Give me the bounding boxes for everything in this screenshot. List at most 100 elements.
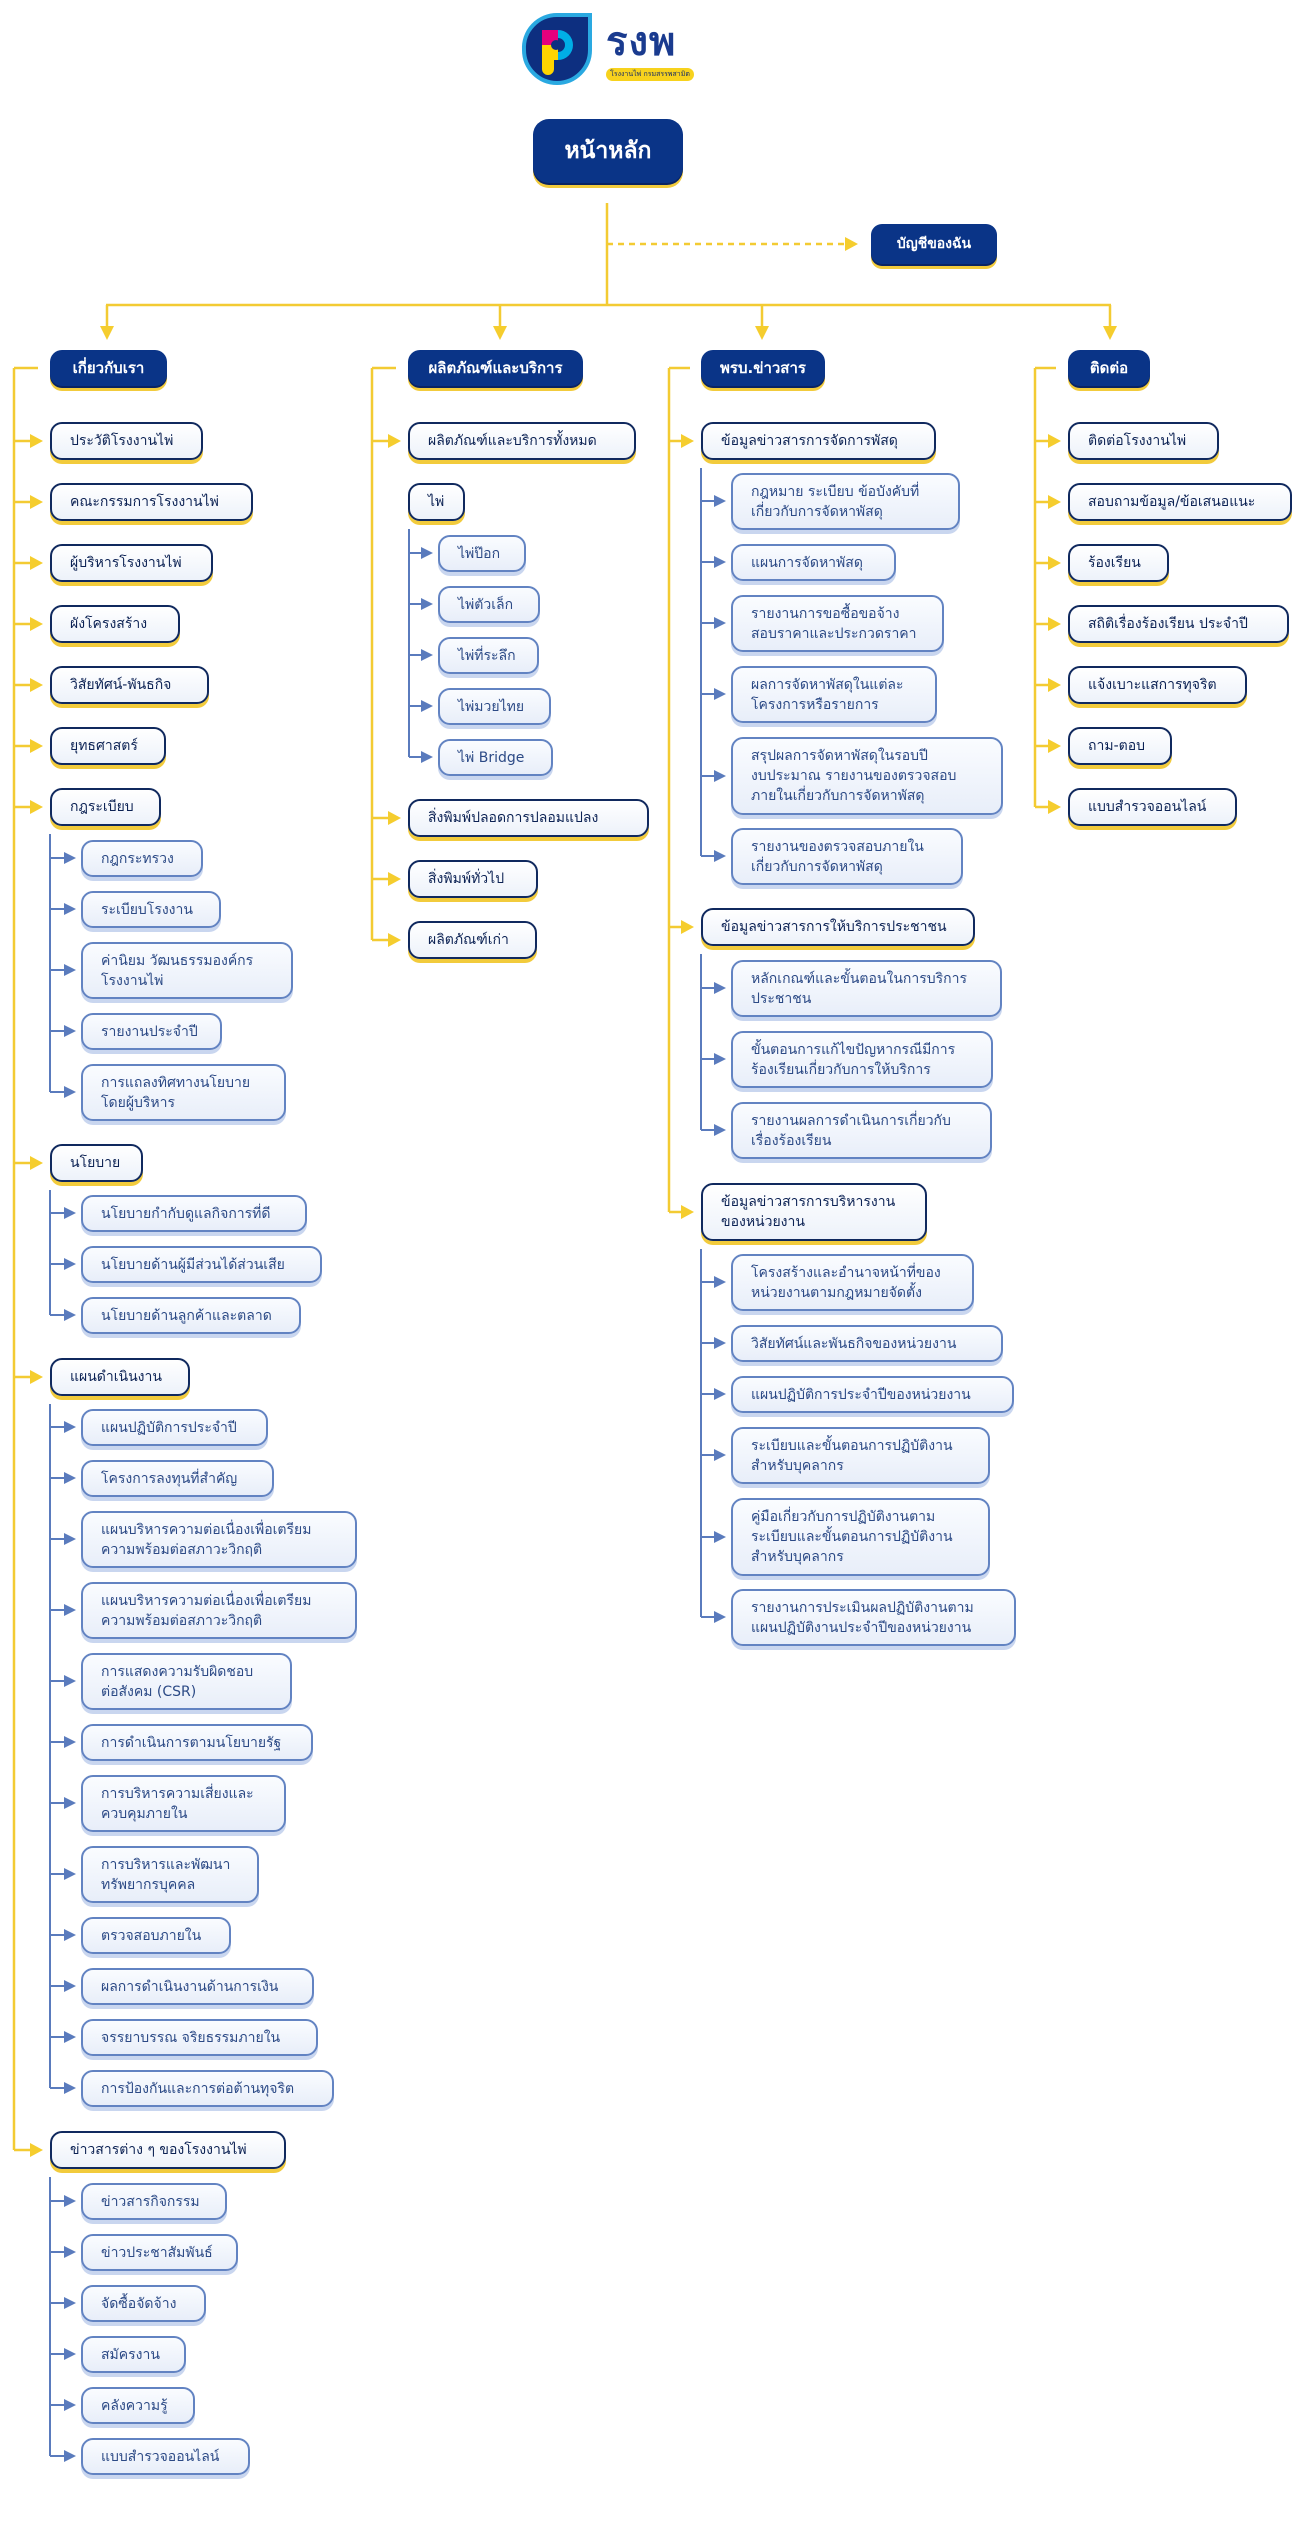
section-header-info-act: พรบ.ข่าวสาร [701, 350, 825, 386]
node-annual-procurement-summary: สรุปผลการจัดหาพัสดุในรอบปี งบประมาณ รายง… [731, 737, 1003, 815]
node-playing-cards: ไพ่ [408, 483, 465, 521]
arrow-right-icon [64, 2031, 76, 2043]
node-hr-development: การบริหารและพัฒนา ทรัพยากรบุคคล [81, 1846, 259, 1903]
arrow-right-icon [714, 982, 726, 994]
arrow-right-icon [388, 434, 401, 448]
arrow-right-icon [388, 933, 401, 947]
node-all-products: ผลิตภัณฑ์และบริการทั้งหมด [408, 422, 636, 460]
arrow-right-icon [714, 556, 726, 568]
node-strategy: ยุทธศาสตร์ [50, 727, 166, 765]
arrow-right-icon [421, 649, 433, 661]
arrow-right-icon [714, 770, 726, 782]
arrow-right-icon [1048, 434, 1061, 448]
arrow-right-icon [64, 2348, 76, 2360]
arrow-right-icon [64, 1675, 76, 1687]
node-activity-news: ข่าวสารกิจกรรม [81, 2183, 227, 2220]
node-procurement-laws: กฎหมาย ระเบียบ ข้อบังคับที่ เกี่ยวกับการ… [731, 473, 960, 530]
node-staff-manual: คู่มือเกี่ยวกับการปฏิบัติงานตาม ระเบียบแ… [731, 1498, 990, 1576]
arrow-right-icon [1048, 617, 1061, 631]
arrow-right-icon [714, 1388, 726, 1400]
arrow-right-icon [64, 1736, 76, 1748]
arrow-right-icon [64, 1025, 76, 1037]
arrow-right-icon [64, 1421, 76, 1433]
arrow-right-icon [1048, 678, 1061, 692]
arrow-right-icon [421, 700, 433, 712]
node-purchase-reports: รายงานการขอซื้อขอจ้าง สอบราคาและประกวดรา… [731, 595, 944, 652]
arrow-down-icon [100, 326, 114, 340]
node-contact-online-survey: แบบสำรวจออนไลน์ [1068, 788, 1237, 826]
arrow-right-icon [388, 811, 401, 825]
arrow-right-icon [30, 2143, 43, 2157]
node-complaint-procedure: ขั้นตอนการแก้ไขปัญหากรณีมีการ ร้องเรียนเ… [731, 1031, 993, 1088]
arrow-right-icon [714, 1611, 726, 1623]
node-performance-evaluation-report: รายงานการประเมินผลปฏิบัติงานตาม แผนปฏิบั… [731, 1589, 1016, 1646]
arrow-right-icon [64, 1258, 76, 1270]
arrow-right-icon [64, 1929, 76, 1941]
arrow-right-icon [30, 495, 43, 509]
arrow-right-icon [388, 872, 401, 886]
arrow-right-icon [64, 2399, 76, 2411]
node-bridge-cards: ไพ่ Bridge [438, 739, 553, 776]
arrow-down-icon [755, 326, 769, 340]
node-report-corruption: แจ้งเบาะแสการทุจริต [1068, 666, 1247, 704]
node-knowledge-base: คลังความรู้ [81, 2387, 195, 2424]
node-procurement-plan: แผนการจัดหาพัสดุ [731, 544, 896, 581]
node-complaint-results-report: รายงานผลการดำเนินการเกี่ยวกับ เรื่องร้อง… [731, 1102, 992, 1159]
arrow-right-icon [64, 2246, 76, 2258]
arrow-right-icon [714, 1531, 726, 1543]
arrow-right-icon [64, 852, 76, 864]
node-complaint: ร้องเรียน [1068, 544, 1169, 582]
node-staff-procedures: ระเบียบและขั้นตอนการปฏิบัติงาน สำหรับบุค… [731, 1427, 990, 1484]
node-ministerial-regulations: กฎกระทรวง [81, 840, 203, 877]
arrow-right-icon [64, 1309, 76, 1321]
card-factory-logo-icon [521, 12, 592, 86]
logo-tagline: โรงงานไพ่ กรมสรรพสามิต [606, 68, 694, 81]
arrow-right-icon [681, 434, 694, 448]
arrow-right-icon [714, 1449, 726, 1461]
arrow-right-icon [1048, 739, 1061, 753]
arrow-right-icon [64, 2297, 76, 2309]
node-online-survey: แบบสำรวจออนไลน์ [81, 2438, 250, 2475]
section-header-about: เกี่ยวกับเรา [50, 350, 167, 386]
section-header-products: ผลิตภัณฑ์และบริการ [408, 350, 583, 386]
arrow-right-icon [714, 850, 726, 862]
arrow-right-icon [1048, 556, 1061, 570]
sitemap-diagram: รงพ โรงงานไพ่ กรมสรรพสามิต หน้าหลัก บัญช… [0, 0, 1310, 2533]
arrow-right-icon [64, 903, 76, 915]
node-job-application: สมัครงาน [81, 2336, 186, 2373]
my-account-node: บัญชีของฉัน [871, 224, 997, 264]
arrow-right-icon [64, 1797, 76, 1809]
node-anti-corruption: การป้องกันและการต่อต้านทุจริต [81, 2070, 334, 2107]
node-legacy-products: ผลิตภัณฑ์เก่า [408, 921, 537, 959]
arrow-right-icon [714, 688, 726, 700]
node-factory-regulations: ระเบียบโรงงาน [81, 891, 221, 928]
arrow-right-icon [421, 598, 433, 610]
arrow-right-icon [845, 237, 858, 251]
node-risk-management: การบริหารความเสี่ยงและ ควบคุมภายใน [81, 1775, 286, 1832]
node-government-policy-implementation: การดำเนินการตามนโยบายรัฐ [81, 1724, 313, 1761]
node-agency-structure: โครงสร้างและอำนาจหน้าที่ของ หน่วยงานตามก… [731, 1254, 974, 1311]
node-anti-counterfeit-printing: สิ่งพิมพ์ปลอดการปลอมแปลง [408, 799, 649, 837]
arrow-right-icon [30, 1156, 43, 1170]
arrow-right-icon [30, 739, 43, 753]
section-header-contact: ติดต่อ [1068, 350, 1150, 386]
arrow-right-icon [714, 617, 726, 629]
node-internal-audit: ตรวจสอบภายใน [81, 1917, 231, 1954]
arrow-down-icon [1103, 326, 1117, 340]
node-general-printing: สิ่งพิมพ์ทั่วไป [408, 860, 538, 898]
arrow-right-icon [64, 964, 76, 976]
arrow-right-icon [30, 678, 43, 692]
arrow-right-icon [64, 2082, 76, 2094]
node-business-continuity-plan-2: แผนบริหารความต่อเนื่องเพื่อเตรียม ความพร… [81, 1582, 357, 1639]
node-operation-plan: แผนดำเนินงาน [50, 1358, 190, 1396]
arrow-right-icon [30, 800, 43, 814]
node-customer-market-policy: นโยบายด้านลูกค้าและตลาด [81, 1297, 301, 1334]
logo-wordmark: รงพ [606, 19, 677, 65]
node-agency-admin-info: ข้อมูลข่าวสารการบริหารงาน ของหน่วยงาน [701, 1183, 927, 1241]
arrow-right-icon [421, 547, 433, 559]
node-key-investment-projects: โครงการลงทุนที่สำคัญ [81, 1460, 274, 1497]
node-procurement: จัดซื้อจัดจ้าง [81, 2285, 206, 2322]
arrow-right-icon [30, 1370, 43, 1384]
arrow-right-icon [714, 1337, 726, 1349]
home-node: หน้าหลัก [533, 119, 683, 183]
